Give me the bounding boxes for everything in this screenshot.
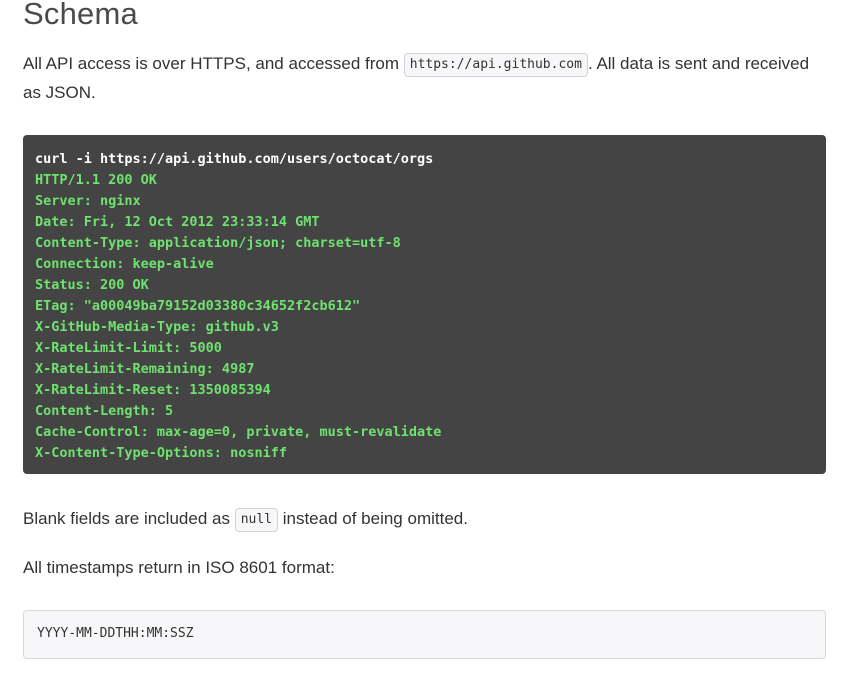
curl-example-codeblock: curl -i https://api.github.com/users/oct…: [23, 135, 826, 474]
response-line: Status: 200 OK: [35, 277, 149, 293]
timestamp-format-codeblock: YYYY-MM-DDTHH:MM:SSZ: [23, 610, 826, 659]
curl-command: curl -i https://api.github.com/users/oct…: [35, 151, 434, 167]
blank-fields-text-before: Blank fields are included as: [23, 509, 235, 528]
response-line: Content-Length: 5: [35, 403, 174, 419]
response-line: Cache-Control: max-age=0, private, must-…: [35, 424, 442, 440]
response-line: HTTP/1.1 200 OK: [35, 172, 157, 188]
intro-text-before: All API access is over HTTPS, and access…: [23, 54, 404, 73]
response-line: Date: Fri, 12 Oct 2012 23:33:14 GMT: [35, 214, 320, 230]
response-line: Content-Type: application/json; charset=…: [35, 235, 401, 251]
response-headers: HTTP/1.1 200 OK Server: nginx Date: Fri, 1…: [35, 170, 814, 464]
response-line: Server: nginx: [35, 193, 141, 209]
response-line: X-Content-Type-Options: nosniff: [35, 445, 287, 461]
response-line: X-RateLimit-Reset: 1350085394: [35, 382, 271, 398]
response-line: ETag: "a00049ba79152d03380c34652f2cb612": [35, 298, 361, 314]
response-line: X-RateLimit-Remaining: 4987: [35, 361, 255, 377]
response-line: X-RateLimit-Limit: 5000: [35, 340, 222, 356]
timestamps-paragraph: All timestamps return in ISO 8601 format…: [23, 558, 335, 577]
blank-fields-text-after: instead of being omitted.: [278, 509, 468, 528]
api-url-code: https://api.github.com: [403, 53, 588, 77]
null-code: null: [234, 508, 278, 532]
page-title: Schema: [23, 0, 138, 31]
response-line: X-GitHub-Media-Type: github.v3: [35, 319, 279, 335]
response-line: Connection: keep-alive: [35, 256, 214, 272]
intro-paragraph: All API access is over HTTPS, and access…: [23, 49, 826, 107]
blank-fields-paragraph: Blank fields are included as null instea…: [23, 504, 826, 533]
